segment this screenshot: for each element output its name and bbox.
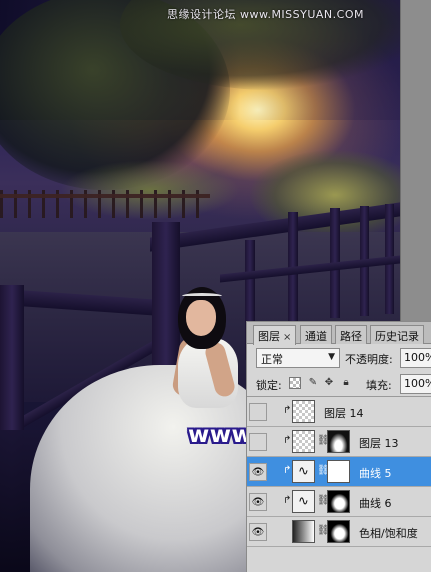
- visibility-toggle[interactable]: [249, 403, 267, 421]
- layer-name[interactable]: 图层 13: [359, 435, 399, 451]
- layer-row[interactable]: ↱ 图层 14: [247, 397, 431, 427]
- layer-row[interactable]: ↱ ⛓ 图层 13: [247, 427, 431, 457]
- far-bridge-rail: [0, 194, 210, 198]
- clipping-arrow-icon: ↱: [283, 405, 292, 416]
- layer-name[interactable]: 曲线 5: [359, 465, 392, 481]
- tab-paths[interactable]: 路径: [335, 325, 367, 344]
- eye-icon[interactable]: 👁︎: [249, 493, 267, 511]
- layer-mask-thumbnail[interactable]: [327, 460, 350, 483]
- layer-row[interactable]: 👁︎ ⛓ 色相/饱和度: [247, 517, 431, 547]
- padlock-icon[interactable]: 🔒︎: [340, 377, 352, 389]
- layer-row-selected[interactable]: 👁︎ ↱ ∿ ⛓ 曲线 5: [247, 457, 431, 487]
- layer-mask-thumbnail[interactable]: [327, 520, 350, 543]
- layer-name[interactable]: 图层 14: [324, 405, 364, 421]
- layer-name[interactable]: 色相/饱和度: [359, 525, 418, 541]
- opacity-input[interactable]: 100%: [400, 348, 431, 368]
- eye-icon[interactable]: 👁︎: [249, 463, 267, 481]
- tab-channels-label: 通道: [305, 330, 327, 343]
- tab-layers-label: 图层: [258, 330, 280, 343]
- panel-tab-bar: 图层 × 通道 路径 历史记录: [247, 322, 431, 345]
- clipping-arrow-icon: ↱: [283, 435, 292, 446]
- fill-label: 填充:: [366, 379, 392, 392]
- layer-thumbnail: [292, 400, 315, 423]
- layer-thumbnail: [292, 430, 315, 453]
- close-icon[interactable]: ×: [283, 332, 291, 343]
- layer-row[interactable]: 👁︎ ↱ ∿ ⛓ 曲线 6: [247, 487, 431, 517]
- lock-label: 锁定:: [256, 379, 282, 392]
- curves-adjustment-icon: ∿: [292, 490, 315, 513]
- blend-mode-select[interactable]: 正常 ▼: [256, 348, 340, 368]
- clipping-arrow-icon: ↱: [283, 465, 292, 476]
- tab-history-label: 历史记录: [375, 330, 419, 343]
- watermark-top: 思缘设计论坛 www.MISSYUAN.COM: [166, 8, 364, 21]
- curves-adjustment-icon: ∿: [292, 460, 315, 483]
- opacity-label: 不透明度:: [345, 353, 393, 366]
- tab-channels[interactable]: 通道: [300, 325, 332, 344]
- move-icon[interactable]: ✥: [323, 377, 335, 389]
- blend-row: 正常 ▼ 不透明度: 100%: [247, 348, 431, 370]
- dropdown-arrow-icon: ▼: [328, 352, 335, 362]
- tab-paths-label: 路径: [340, 330, 362, 343]
- hue-saturation-adjustment-icon: [292, 520, 315, 543]
- lock-transparency-icon[interactable]: [289, 377, 301, 389]
- clipping-arrow-icon: ↱: [283, 495, 292, 506]
- brush-icon[interactable]: ✎: [307, 377, 319, 389]
- layer-name[interactable]: 曲线 6: [359, 495, 392, 511]
- lock-row: 锁定: ✎ ✥ 🔒︎ 填充: 100%: [247, 374, 431, 394]
- layers-panel: 图层× 通道 路径 历史记录 正常 ▼ 不透明度: 100% 锁定: ✎ ✥ 🔒…: [246, 321, 431, 572]
- fill-input[interactable]: 100%: [400, 374, 431, 394]
- eye-icon[interactable]: 👁︎: [249, 523, 267, 541]
- bride-face: [186, 300, 216, 336]
- layer-mask-thumbnail[interactable]: [327, 490, 350, 513]
- layer-mask-thumbnail[interactable]: [327, 430, 350, 453]
- blend-mode-value: 正常: [261, 353, 283, 366]
- tab-history[interactable]: 历史记录: [370, 325, 424, 344]
- bride-hairband: [182, 293, 222, 299]
- visibility-toggle[interactable]: [249, 433, 267, 451]
- layer-list: ↱ 图层 14 ↱ ⛓ 图层 13 👁︎ ↱ ∿ ⛓ 曲线 5 👁︎ ↱ ∿ ⛓: [247, 396, 431, 572]
- tab-layers[interactable]: 图层 ×: [253, 325, 297, 345]
